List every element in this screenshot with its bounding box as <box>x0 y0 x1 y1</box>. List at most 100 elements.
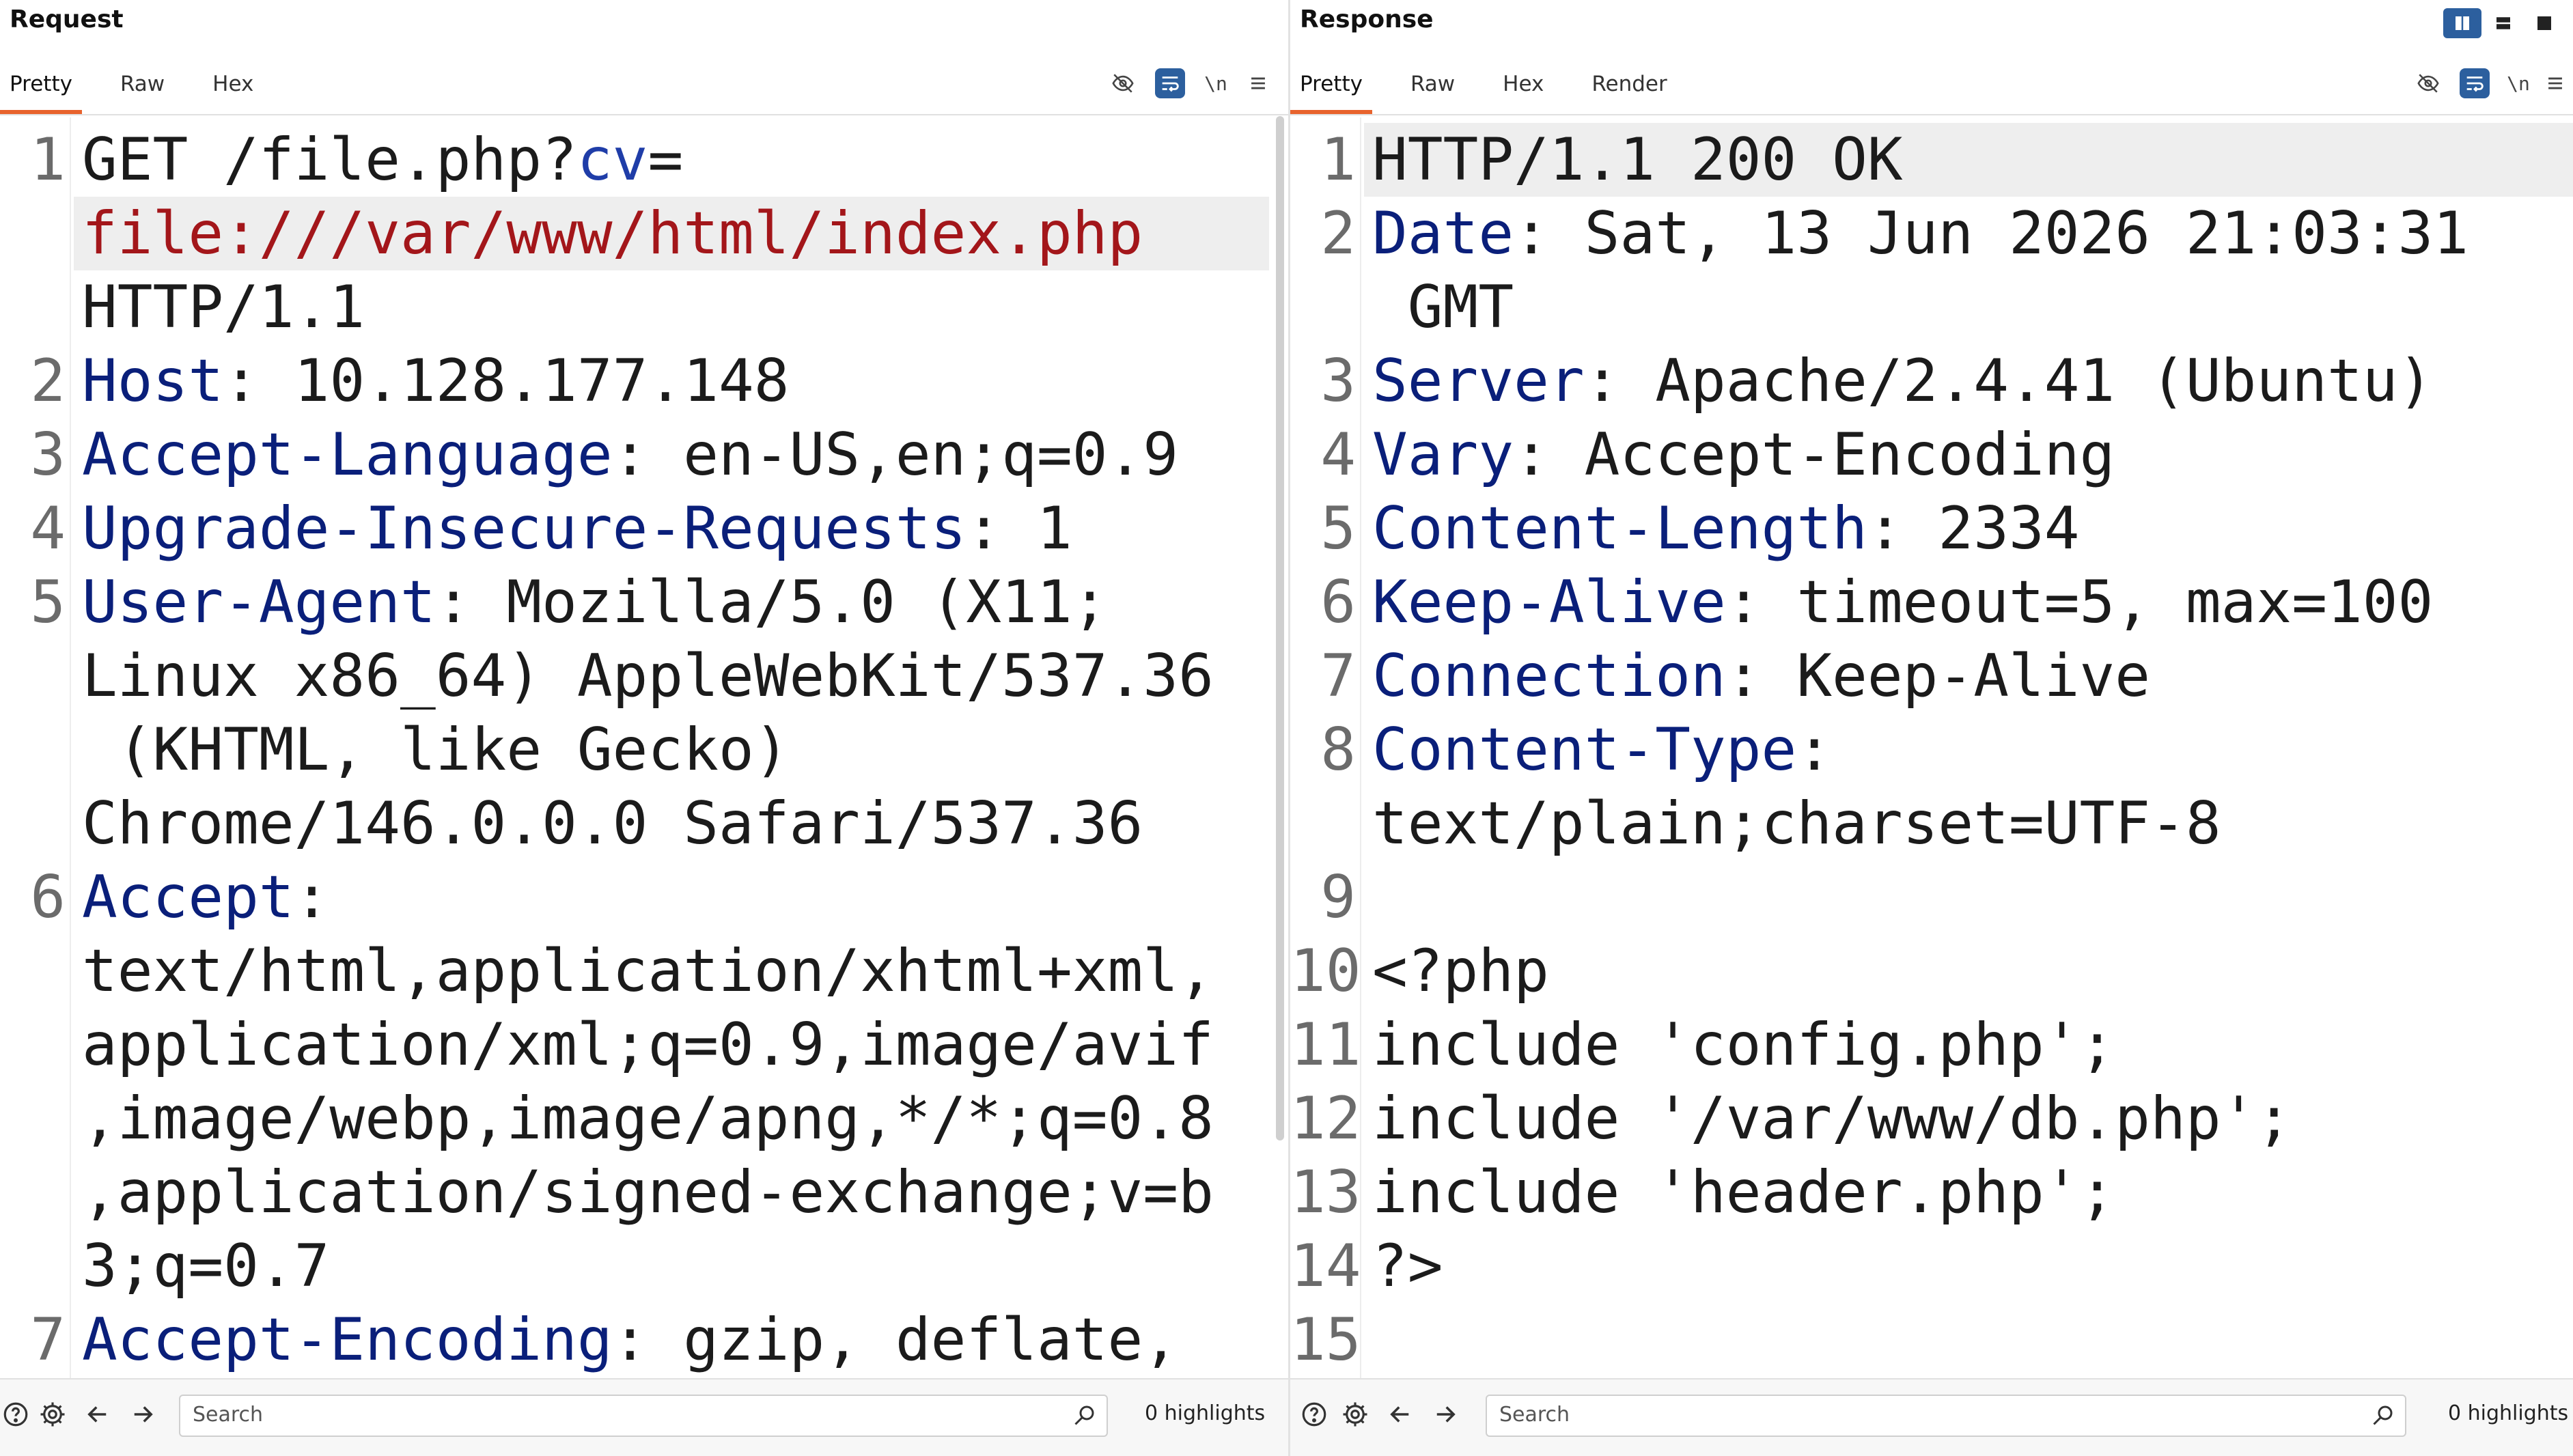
help-icon[interactable] <box>1298 1399 1330 1430</box>
code-line[interactable]: application/xml;q=0.9,image/avif <box>0 1008 1288 1082</box>
code-line[interactable]: 5 Content-Length: 2334 <box>1290 492 2573 565</box>
code-line[interactable]: 10 <?php <box>1290 934 2573 1008</box>
code-line[interactable]: 4 Vary: Accept-Encoding <box>1290 418 2573 492</box>
code-text: text/plain;charset=UTF-8 <box>1372 789 2221 858</box>
header-name: Content-Type <box>1372 716 1797 784</box>
layout-buttons <box>2443 8 2563 38</box>
code-line[interactable]: 11 include 'config.php'; <box>1290 1008 2573 1082</box>
code-line[interactable]: Linux x86_64) AppleWebKit/537.36 <box>0 639 1288 713</box>
tab-pretty[interactable]: Pretty <box>1290 65 1372 114</box>
tab-hex[interactable]: Hex <box>203 65 263 114</box>
code-line[interactable]: 7 Connection: Keep-Alive <box>1290 639 2573 713</box>
line-number: 12 <box>1290 1084 1361 1153</box>
tab-raw[interactable]: Raw <box>111 65 174 114</box>
code-line[interactable]: (KHTML, like Gecko) <box>0 713 1288 787</box>
code-line[interactable]: 12 include '/var/www/db.php'; <box>1290 1082 2573 1156</box>
code-line[interactable]: 6 Keep-Alive: timeout=5, max=100 <box>1290 565 2573 639</box>
code-line[interactable]: 9 <box>1290 860 2573 934</box>
header-name: Date <box>1372 199 1514 268</box>
code-line[interactable]: 3 Server: Apache/2.4.41 (Ubuntu) <box>1290 344 2573 418</box>
back-arrow-icon[interactable] <box>1385 1399 1416 1430</box>
forward-arrow-icon[interactable] <box>1430 1399 1461 1430</box>
code-text: : <box>1796 716 1833 784</box>
newline-icon[interactable]: \n <box>2503 68 2533 98</box>
code-line[interactable]: 13 include 'header.php'; <box>1290 1156 2573 1229</box>
search-field[interactable] <box>1486 1395 2406 1437</box>
line-number: 15 <box>1290 1306 1361 1374</box>
header-name: Connection <box>1372 642 1726 710</box>
code-line[interactable]: 1 HTTP/1.1 200 OK <box>1290 123 2573 197</box>
response-code[interactable]: 1 HTTP/1.1 200 OK 2 Date: Sat, 13 Jun 2026 … <box>1290 123 2573 1377</box>
code-line[interactable]: 5 User-Agent: Mozilla/5.0 (X11; <box>0 565 1288 639</box>
request-editor[interactable]: 1 GET /file.php?cv= file:///var/www/html/i… <box>0 117 1288 1380</box>
single-pane-icon[interactable] <box>2525 8 2563 38</box>
split-rows-icon[interactable] <box>2484 8 2522 38</box>
header-name: Host <box>82 347 224 415</box>
search-icon[interactable] <box>2371 1403 2395 1427</box>
code-line[interactable]: 3;q=0.7 <box>0 1229 1288 1303</box>
search-input[interactable] <box>180 1396 1039 1433</box>
code-line[interactable]: ,image/webp,image/apng,*/*;q=0.8 <box>0 1082 1288 1156</box>
line-number: 2 <box>30 347 66 415</box>
code-line[interactable]: 3 Accept-Language: en-US,en;q=0.9 <box>0 418 1288 492</box>
menu-icon[interactable] <box>2540 68 2570 98</box>
back-arrow-icon[interactable] <box>82 1399 113 1430</box>
code-line[interactable]: ,application/signed-exchange;v=b <box>0 1156 1288 1229</box>
tab-hex[interactable]: Hex <box>1493 65 1553 114</box>
code-line[interactable]: HTTP/1.1 <box>0 270 1288 344</box>
request-pane: Request Pretty Raw Hex \n 1 GET /file.php… <box>0 0 1288 1456</box>
settings-icon[interactable] <box>37 1399 68 1430</box>
code-text: include '/var/www/db.php'; <box>1372 1084 2292 1153</box>
wrap-lines-icon[interactable] <box>1155 68 1185 98</box>
code-text: Linux x86_64) AppleWebKit/537.36 <box>82 642 1214 710</box>
code-line[interactable]: 15 <box>1290 1303 2573 1377</box>
tab-pretty[interactable]: Pretty <box>0 65 82 114</box>
response-editor[interactable]: 1 HTTP/1.1 200 OK 2 Date: Sat, 13 Jun 2026 … <box>1290 117 2573 1380</box>
code-line[interactable]: text/plain;charset=UTF-8 <box>1290 787 2573 860</box>
split-columns-icon[interactable] <box>2443 8 2481 38</box>
code-line[interactable]: 4 Upgrade-Insecure-Requests: 1 <box>0 492 1288 565</box>
code-text: : Apache/2.4.41 (Ubuntu) <box>1584 347 2434 415</box>
vertical-scrollbar[interactable] <box>1276 116 1284 1140</box>
line-number: 4 <box>1320 421 1356 489</box>
eye-slash-icon[interactable] <box>1108 68 1138 98</box>
code-text: <?php <box>1372 937 1549 1005</box>
code-line[interactable]: Chrome/146.0.0.0 Safari/537.36 <box>0 787 1288 860</box>
code-line[interactable]: GMT <box>1290 270 2573 344</box>
tab-render[interactable]: Render <box>1582 65 1676 114</box>
code-line[interactable]: 1 GET /file.php?cv= <box>0 123 1288 197</box>
header-name: Accept <box>82 863 294 932</box>
code-text: text/html,application/xhtml+xml, <box>82 937 1214 1005</box>
code-line[interactable]: 2 Host: 10.128.177.148 <box>0 344 1288 418</box>
code-line[interactable]: 14 ?> <box>1290 1229 2573 1303</box>
code-text: : gzip, deflate, <box>612 1306 1179 1374</box>
code-text: HTTP/1.1 <box>82 273 365 341</box>
line-number: 14 <box>1290 1232 1361 1300</box>
code-line[interactable]: file:///var/www/html/index.php <box>0 197 1288 270</box>
eye-slash-icon[interactable] <box>2413 68 2443 98</box>
search-input[interactable] <box>1487 1396 2338 1433</box>
response-tabs: Pretty Raw Hex Render <box>1290 65 1706 114</box>
tab-raw[interactable]: Raw <box>1401 65 1464 114</box>
menu-icon[interactable] <box>1243 68 1273 98</box>
code-text: (KHTML, like Gecko) <box>82 716 790 784</box>
help-icon[interactable] <box>0 1399 31 1430</box>
newline-icon[interactable]: \n <box>1201 68 1231 98</box>
code-line[interactable]: text/html,application/xhtml+xml, <box>0 934 1288 1008</box>
request-code[interactable]: 1 GET /file.php?cv= file:///var/www/html/i… <box>0 123 1288 1377</box>
code-line[interactable]: 8 Content-Type: <box>1290 713 2573 787</box>
search-field[interactable] <box>179 1395 1108 1437</box>
line-number: 13 <box>1290 1158 1361 1227</box>
header-name: User-Agent <box>82 568 436 636</box>
forward-arrow-icon[interactable] <box>127 1399 158 1430</box>
wrap-lines-icon[interactable] <box>2460 68 2490 98</box>
settings-icon[interactable] <box>1339 1399 1371 1430</box>
code-line[interactable]: 2 Date: Sat, 13 Jun 2026 21:03:31 <box>1290 197 2573 270</box>
line-number: 2 <box>1320 199 1356 268</box>
code-text: : Sat, 13 Jun 2026 21:03:31 <box>1514 199 2469 268</box>
code-text: ,image/webp,image/apng,*/*;q=0.8 <box>82 1084 1214 1153</box>
code-line[interactable]: 6 Accept: <box>0 860 1288 934</box>
search-icon[interactable] <box>1072 1403 1097 1427</box>
code-text: ?> <box>1372 1232 1443 1300</box>
code-line[interactable]: 7 Accept-Encoding: gzip, deflate, <box>0 1303 1288 1377</box>
